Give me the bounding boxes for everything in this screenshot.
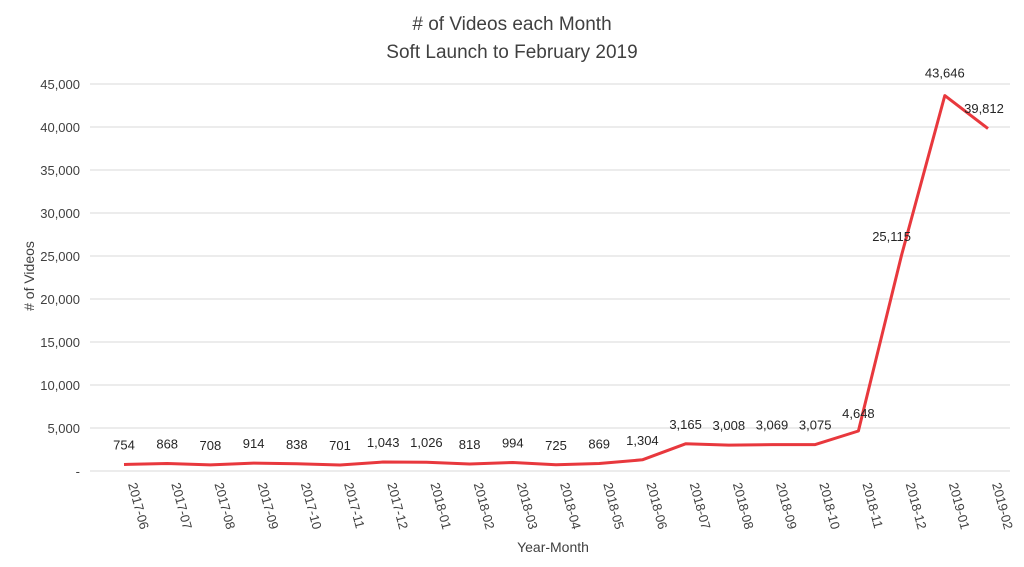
data-label: 3,075 — [799, 418, 832, 433]
x-tick-label: 2017-08 — [212, 481, 239, 531]
chart-container: # of Videos each Month Soft Launch to Fe… — [0, 0, 1024, 567]
line-chart: # of Videos each Month Soft Launch to Fe… — [21, 14, 1016, 555]
y-tick-label: 15,000 — [40, 335, 80, 350]
data-labels: 754 868 708 914 838 701 1,043 1,026 818 994 725 869… — [113, 66, 1004, 453]
x-axis-title: Year-Month — [517, 539, 589, 555]
x-axis-ticks: 2017-06 2017-07 2017-08 2017-09 2017-10 2017-… — [125, 481, 1016, 531]
x-tick-label: 2018-11 — [860, 481, 887, 530]
x-tick-label: 2018-02 — [471, 481, 498, 531]
data-label: 914 — [243, 436, 265, 451]
data-label: 701 — [329, 438, 351, 453]
x-tick-label: 2018-06 — [644, 481, 671, 531]
data-label: 3,165 — [669, 417, 702, 432]
data-label: 3,069 — [756, 418, 789, 433]
data-label: 868 — [156, 437, 178, 452]
y-tick-label: 40,000 — [40, 120, 80, 135]
data-label: 1,304 — [626, 433, 659, 448]
data-label: 754 — [113, 438, 135, 453]
x-tick-label: 2018-08 — [730, 481, 757, 531]
x-tick-label: 2019-02 — [989, 481, 1016, 531]
x-tick-label: 2017-07 — [168, 481, 195, 531]
data-label: 725 — [545, 438, 567, 453]
y-tick-label: 20,000 — [40, 292, 80, 307]
x-tick-label: 2017-11 — [341, 481, 368, 530]
data-label: 25,115 — [872, 229, 911, 244]
x-tick-label: 2019-01 — [946, 481, 973, 531]
y-tick-label: 45,000 — [40, 77, 80, 92]
y-tick-label: 10,000 — [40, 378, 80, 393]
x-tick-label: 2018-12 — [903, 481, 930, 531]
x-tick-label: 2017-12 — [384, 481, 411, 531]
y-axis-title: # of Videos — [21, 241, 37, 311]
x-tick-label: 2017-09 — [255, 481, 282, 531]
y-tick-label: 35,000 — [40, 163, 80, 178]
x-tick-label: 2018-10 — [816, 481, 843, 531]
data-label: 3,008 — [713, 418, 746, 433]
x-tick-label: 2018-09 — [773, 481, 800, 531]
data-label: 43,646 — [925, 66, 965, 81]
y-tick-label: 25,000 — [40, 249, 80, 264]
data-label: 39,812 — [964, 101, 1004, 116]
y-tick-label: 5,000 — [47, 421, 80, 436]
y-axis-ticks: - 5,000 10,000 15,000 20,000 25,000 30,000 35,0… — [40, 77, 80, 479]
data-label: 869 — [588, 437, 610, 452]
x-tick-label: 2017-06 — [125, 481, 152, 531]
x-tick-label: 2018-01 — [428, 481, 455, 531]
x-tick-label: 2018-04 — [557, 481, 584, 531]
x-tick-label: 2018-05 — [600, 481, 627, 531]
y-tick-label: - — [76, 464, 80, 479]
data-label: 838 — [286, 437, 308, 452]
chart-subtitle: Soft Launch to February 2019 — [386, 42, 637, 63]
x-tick-label: 2018-07 — [687, 481, 714, 531]
chart-title: # of Videos each Month — [412, 14, 611, 35]
x-tick-label: 2017-10 — [298, 481, 325, 531]
data-label: 818 — [459, 437, 481, 452]
data-label: 994 — [502, 435, 524, 450]
data-label: 1,026 — [410, 435, 443, 450]
data-label: 1,043 — [367, 435, 400, 450]
data-label: 708 — [200, 438, 222, 453]
data-label: 4,648 — [842, 406, 875, 421]
x-tick-label: 2018-03 — [514, 481, 541, 531]
y-tick-label: 30,000 — [40, 206, 80, 221]
